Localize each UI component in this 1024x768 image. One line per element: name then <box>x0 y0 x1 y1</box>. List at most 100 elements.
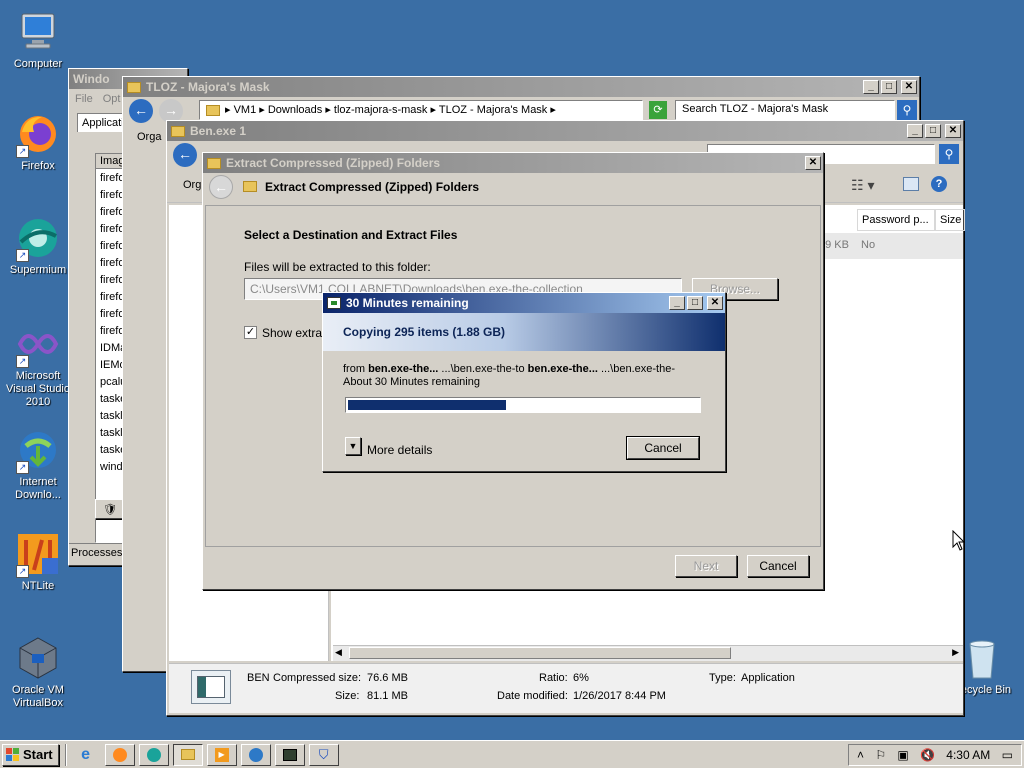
close-button[interactable]: ✕ <box>901 80 917 94</box>
breadcrumb-item[interactable]: VM1 <box>234 104 257 116</box>
explorer-titlebar[interactable]: TLOZ - Majora's Mask _ □ ✕ <box>123 77 919 97</box>
start-button[interactable]: Start <box>2 743 59 766</box>
desktop-icon-firefox[interactable]: ↗ Firefox <box>0 112 76 173</box>
copy-dialog-titlebar[interactable]: 30 Minutes remaining _ □ ✕ <box>323 293 725 313</box>
close-button[interactable]: ✕ <box>945 124 961 138</box>
minimize-button[interactable]: _ <box>669 296 685 310</box>
views-icon[interactable]: ☷ ▾ <box>851 177 874 194</box>
desktop-icon-internet-download-manager[interactable]: ↗ Internet Downlo... <box>0 428 76 502</box>
maximize-button[interactable]: □ <box>925 124 941 138</box>
organize-button[interactable]: Org <box>183 179 201 191</box>
supermium-icon: ↗ <box>16 216 60 262</box>
desktop-icon-supermium[interactable]: ↗ Supermium <box>0 216 76 277</box>
taskbar-explorer-button[interactable] <box>172 743 203 766</box>
clock[interactable]: 4:30 AM <box>946 748 990 762</box>
network-icon[interactable]: ▣ <box>897 748 908 762</box>
next-button[interactable]: Next <box>675 555 737 577</box>
zip-folder-icon <box>243 181 257 192</box>
wizard-titlebar[interactable]: Extract Compressed (Zipped) Folders ✕ <box>203 153 823 173</box>
volume-muted-icon[interactable]: 🔇 <box>920 748 935 762</box>
shield-button[interactable]: 🛡 <box>95 499 125 519</box>
refresh-icon[interactable]: ⟳ <box>649 101 667 119</box>
size-value: 81.1 MB <box>367 690 408 702</box>
scroll-right-icon[interactable]: ▶ <box>952 647 959 658</box>
horizontal-scrollbar[interactable]: ◀ ▶ <box>333 645 963 661</box>
copy-icon <box>327 297 341 309</box>
folder-icon <box>171 125 185 137</box>
menu-options[interactable]: Opt <box>103 93 121 105</box>
close-button[interactable]: ✕ <box>805 156 821 170</box>
flag-icon[interactable]: ⚐ <box>875 748 886 762</box>
desktop-icon-label: NTLite <box>21 580 55 592</box>
copy-heading: Copying 295 items (1.88 GB) <box>343 325 506 339</box>
scrollbar-thumb[interactable] <box>349 647 731 659</box>
chevron-down-icon: ▼ <box>348 441 358 451</box>
search-icon[interactable]: ⚲ <box>939 144 959 164</box>
preview-pane-icon[interactable] <box>903 177 919 191</box>
shield-icon: 🛡 <box>103 504 117 516</box>
mouse-cursor-icon <box>952 530 966 551</box>
breadcrumb-item[interactable]: Downloads <box>268 104 322 116</box>
wizard-cancel-button[interactable]: Cancel <box>747 555 809 577</box>
system-tray: ˄ ⚐ ▣ 🔇 4:30 AM ▭ <box>848 744 1022 766</box>
desktop-icon-virtualbox[interactable]: Oracle VM VirtualBox <box>0 636 76 710</box>
folder-icon <box>206 104 220 116</box>
column-header-size[interactable]: Size <box>935 209 965 231</box>
more-details-label[interactable]: More details <box>367 443 432 457</box>
close-button[interactable]: ✕ <box>707 296 723 310</box>
ntlite-icon: ↗ <box>16 532 60 578</box>
back-arrow-icon[interactable]: ← <box>173 143 197 167</box>
minimize-button[interactable]: _ <box>907 124 923 138</box>
taskbar-media-button[interactable]: ▶ <box>206 743 237 766</box>
menu-file[interactable]: File <box>75 93 93 105</box>
chevron-up-icon[interactable]: ˄ <box>857 748 864 762</box>
processes-label: Processes: <box>71 547 126 559</box>
back-arrow-icon[interactable]: ← <box>209 175 233 199</box>
maximize-button[interactable]: □ <box>881 80 897 94</box>
taskbar-task-manager-button[interactable] <box>274 743 305 766</box>
taskbar-security-button[interactable]: ⛉ <box>308 743 339 766</box>
desktop-icon-computer[interactable]: Computer <box>0 10 76 71</box>
computer-icon <box>16 10 60 54</box>
help-icon[interactable]: ? <box>931 176 947 192</box>
windows-logo-icon <box>6 748 19 761</box>
desktop-icon-visual-studio[interactable]: ↗ Microsoft Visual Studio 2010 <box>0 322 76 409</box>
progress-fill <box>348 400 506 410</box>
copy-heading-banner: Copying 295 items (1.88 GB) <box>323 313 725 351</box>
taskbar-firefox-button[interactable] <box>104 743 135 766</box>
copy-progress-dialog[interactable]: 30 Minutes remaining _ □ ✕ Copying 295 i… <box>322 292 726 472</box>
shortcut-arrow-icon: ↗ <box>16 249 29 262</box>
taskbar-ie-button[interactable]: e <box>71 744 101 766</box>
maximize-button[interactable]: □ <box>687 296 703 310</box>
compressed-value: 76.6 MB <box>367 672 408 684</box>
column-header-password[interactable]: Password p... <box>857 209 935 231</box>
window-title: Extract Compressed (Zipped) Folders <box>226 156 441 170</box>
notification-icon[interactable]: ▭ <box>1002 748 1013 762</box>
copy-cancel-button[interactable]: Cancel <box>626 436 700 460</box>
desktop-icon-ntlite[interactable]: ↗ NTLite <box>0 532 76 593</box>
show-files-checkbox[interactable]: ✓ <box>244 326 257 339</box>
folder-icon <box>180 749 195 760</box>
taskbar-idm-button[interactable] <box>240 743 271 766</box>
minimize-button[interactable]: _ <box>863 80 879 94</box>
back-arrow-icon[interactable]: ← <box>129 99 153 123</box>
type-value: Application <box>741 672 795 684</box>
breadcrumb[interactable]: ▸ VM1 ▸ Downloads ▸ tloz-majora-s-mask ▸… <box>199 100 643 120</box>
destination-path: ...\ben.exe-the- <box>597 363 675 375</box>
taskbar-supermium-button[interactable] <box>138 743 169 766</box>
window-title: Ben.exe 1 <box>190 124 247 138</box>
copy-progress-bar <box>345 397 701 413</box>
search-icon[interactable]: ⚲ <box>897 100 917 120</box>
visual-studio-icon: ↗ <box>16 322 60 368</box>
media-player-icon: ▶ <box>214 747 229 762</box>
window-title: TLOZ - Majora's Mask <box>146 80 270 94</box>
shortcut-arrow-icon: ↗ <box>16 145 29 158</box>
taskbar: Start e ▶ ⛉ ˄ ⚐ ▣ 🔇 4:30 AM ▭ <box>0 740 1024 768</box>
file-name: BEN <box>247 672 270 684</box>
explorer-titlebar[interactable]: Ben.exe 1 _ □ ✕ <box>167 121 963 141</box>
scroll-left-icon[interactable]: ◀ <box>335 647 342 658</box>
breadcrumb-item[interactable]: tloz-majora-s-mask <box>334 104 428 116</box>
breadcrumb-item[interactable]: TLOZ - Majora's Mask <box>439 104 547 116</box>
more-details-toggle[interactable]: ▼ <box>345 437 361 455</box>
search-input[interactable]: Search TLOZ - Majora's Mask <box>675 100 895 120</box>
